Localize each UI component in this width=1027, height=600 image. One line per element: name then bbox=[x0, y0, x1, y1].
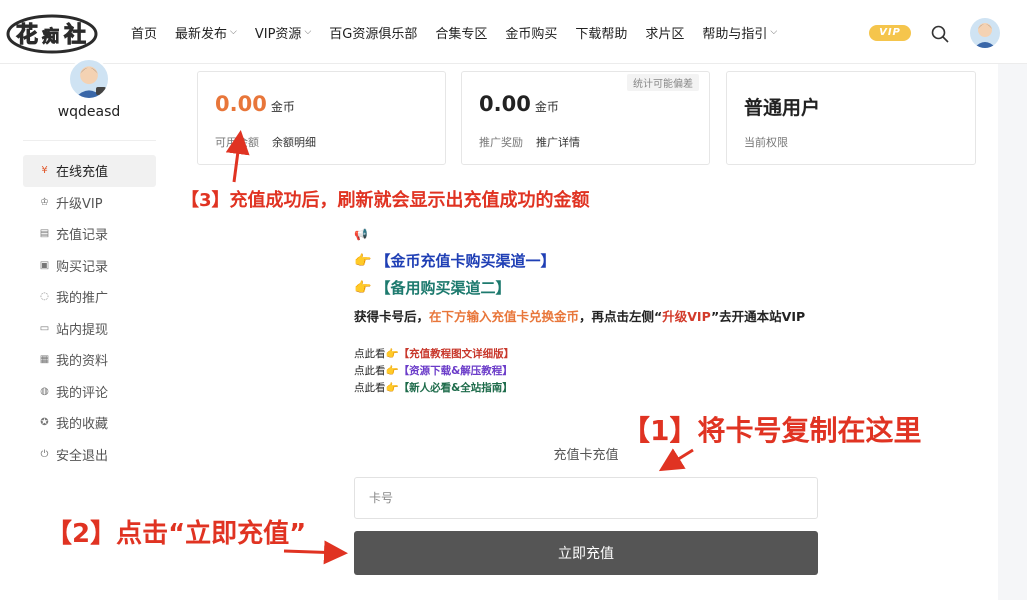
nav-item-label: 首页 bbox=[131, 26, 158, 42]
megaphone-icon: 📢 bbox=[354, 228, 368, 241]
nav-item-label: 百G资源俱乐部 bbox=[329, 26, 418, 42]
username: wqdeasd bbox=[57, 104, 121, 120]
annotation-step-3: 【3】充值成功后，刷新就会显示出充值成功的金额 bbox=[181, 190, 590, 211]
nav-item-4[interactable]: 合集专区 bbox=[435, 23, 487, 42]
nav-item-label: 求片区 bbox=[645, 26, 685, 42]
nav-item-2[interactable]: VIP资源 ⌵ bbox=[255, 23, 311, 42]
promo-label: 推广奖励 bbox=[479, 136, 523, 149]
purchase-channel-2[interactable]: 👉 【备用购买渠道二】 bbox=[354, 277, 824, 298]
sidebar-item-5[interactable]: ▭ 站内提现 bbox=[23, 313, 156, 345]
site-logo[interactable]: 花 痴 社 bbox=[6, 8, 98, 56]
permission-card: 普通用户 当前权限 bbox=[726, 71, 976, 165]
sidebar-item-8[interactable]: ✪ 我的收藏 bbox=[23, 407, 156, 439]
sidebar-item-label: 站内提现 bbox=[56, 322, 109, 338]
sidebar-item-label: 我的推广 bbox=[56, 291, 109, 307]
sidebar-item-0[interactable]: ¥ 在线充值 bbox=[23, 155, 156, 187]
recharge-notice: 📢 👉 【金币充值卡购买渠道一】 👉 【备用购买渠道二】 获得卡号后，在下方输入充值… bbox=[354, 228, 824, 397]
wallet-icon: ▭ bbox=[39, 322, 50, 334]
promo-card: 统计可能偏差 0.00 金币 推广奖励 推广详情 bbox=[461, 71, 710, 165]
pointing-hand-icon: 👉 bbox=[354, 279, 372, 296]
nav-item-0[interactable]: 首页 bbox=[131, 23, 157, 42]
sidebar-avatar[interactable] bbox=[68, 58, 110, 100]
annotation-step-2: 【2】点击“立即充值” bbox=[46, 519, 307, 549]
nav-item-label: 金币购买 bbox=[505, 26, 558, 42]
svg-text:社: 社 bbox=[64, 22, 86, 48]
bag-icon: ▣ bbox=[39, 259, 50, 271]
nav-item-3[interactable]: 百G资源俱乐部 bbox=[329, 23, 417, 42]
sidebar-item-label: 升级VIP bbox=[56, 196, 103, 212]
power-icon: ⏻ bbox=[40, 448, 49, 460]
tutorial-link-1[interactable]: 点此看👉【充值教程图文详细版】 bbox=[354, 346, 824, 363]
nav-item-1[interactable]: 最新发布 ⌵ bbox=[175, 23, 237, 42]
balance-card: 0.00 金币 可用余额 余额明细 bbox=[197, 71, 446, 165]
vip-badge[interactable]: VIP bbox=[869, 25, 911, 41]
sidebar-item-label: 充值记录 bbox=[56, 228, 109, 244]
annotation-step-1: 【1】将卡号复制在这里 bbox=[622, 414, 922, 447]
chevron-down-icon: ⌵ bbox=[230, 27, 237, 37]
crown-icon: ♔ bbox=[40, 196, 49, 208]
sidebar-menu: ¥ 在线充值 ♔ 升级VIP ▤ 充值记录 ▣ 购买记录 ◌ 我的推广 ▭ 站内提现 ▦ 我的资料 ◍ 我的评… bbox=[23, 155, 156, 470]
nav-item-label: 最新发布 bbox=[175, 26, 228, 42]
promo-value: 0.00 金币 bbox=[479, 92, 559, 116]
instruction-text: 获得卡号后，在下方输入充值卡兑换金币，再点击左侧“升级VIP”去开通本站VIP bbox=[354, 309, 806, 324]
nav-item-label: VIP资源 bbox=[254, 26, 302, 42]
avatar-icon bbox=[974, 23, 996, 48]
chevron-down-icon: ⌵ bbox=[304, 27, 312, 37]
recharge-button[interactable]: 立即充值 bbox=[354, 531, 818, 575]
tutorial-link-2[interactable]: 点此看👉【资源下载&解压教程】 bbox=[354, 363, 824, 380]
permission-label: 当前权限 bbox=[744, 136, 788, 149]
card-number-input[interactable] bbox=[354, 477, 818, 519]
sidebar-item-9[interactable]: ⏻ 安全退出 bbox=[23, 439, 156, 471]
balance-value: 0.00 金币 bbox=[215, 92, 295, 116]
sidebar-item-label: 在线充值 bbox=[56, 165, 109, 181]
user-avatar[interactable] bbox=[970, 18, 1000, 48]
nav-item-label: 合集专区 bbox=[435, 26, 488, 42]
sidebar-item-4[interactable]: ◌ 我的推广 bbox=[23, 281, 156, 313]
sidebar-item-6[interactable]: ▦ 我的资料 bbox=[23, 344, 156, 376]
sidebar-item-3[interactable]: ▣ 购买记录 bbox=[23, 250, 156, 282]
balance-label: 可用余额 bbox=[215, 136, 259, 149]
nav-item-label: 下载帮助 bbox=[575, 26, 628, 42]
top-navbar: 花 痴 社 首页 最新发布 ⌵ VIP资源 ⌵ 百G资源俱乐部 合集专区 金币购买 下载帮助 求片… bbox=[0, 0, 1027, 64]
card-icon: ▤ bbox=[39, 228, 50, 240]
sidebar-item-label: 我的收藏 bbox=[56, 417, 109, 433]
nav-item-6[interactable]: 下载帮助 bbox=[575, 23, 627, 42]
star-icon: ✪ bbox=[40, 417, 49, 429]
purchase-channel-1[interactable]: 👉 【金币充值卡购买渠道一】 bbox=[354, 250, 824, 271]
comment-icon: ◍ bbox=[40, 385, 49, 397]
pointing-hand-icon: 👉 bbox=[354, 252, 372, 269]
sidebar-item-label: 我的评论 bbox=[56, 385, 109, 401]
nav-item-5[interactable]: 金币购买 bbox=[505, 23, 557, 42]
sidebar-item-label: 我的资料 bbox=[56, 354, 109, 370]
yen-icon: ¥ bbox=[41, 165, 48, 177]
permission-title: 普通用户 bbox=[744, 97, 821, 119]
svg-text:花: 花 bbox=[16, 22, 38, 48]
profile-icon: ▦ bbox=[39, 354, 50, 366]
svg-text:痴: 痴 bbox=[42, 26, 59, 47]
nav-item-7[interactable]: 求片区 bbox=[645, 23, 684, 42]
nav-item-label: 帮助与指引 bbox=[702, 26, 768, 42]
divider bbox=[23, 140, 156, 141]
sidebar-item-label: 安全退出 bbox=[56, 448, 109, 464]
share-icon: ◌ bbox=[40, 291, 49, 303]
promo-detail-link[interactable]: 推广详情 bbox=[536, 134, 580, 150]
tutorial-link-3[interactable]: 点此看👉【新人必看&全站指南】 bbox=[354, 380, 824, 397]
sidebar-item-2[interactable]: ▤ 充值记录 bbox=[23, 218, 156, 250]
sidebar-item-7[interactable]: ◍ 我的评论 bbox=[23, 376, 156, 408]
balance-detail-link[interactable]: 余额明细 bbox=[272, 134, 316, 150]
camera-icon[interactable] bbox=[96, 87, 106, 95]
stats-tag: 统计可能偏差 bbox=[627, 74, 699, 91]
chevron-down-icon: ⌵ bbox=[770, 27, 778, 37]
search-icon[interactable] bbox=[930, 24, 950, 44]
sidebar-item-1[interactable]: ♔ 升级VIP bbox=[23, 187, 156, 219]
nav-item-8[interactable]: 帮助与指引 ⌵ bbox=[702, 23, 777, 42]
main-nav: 首页 最新发布 ⌵ VIP资源 ⌵ 百G资源俱乐部 合集专区 金币购买 下载帮助 求片区 帮助与指引… bbox=[122, 0, 786, 64]
sidebar-item-label: 购买记录 bbox=[56, 259, 109, 275]
